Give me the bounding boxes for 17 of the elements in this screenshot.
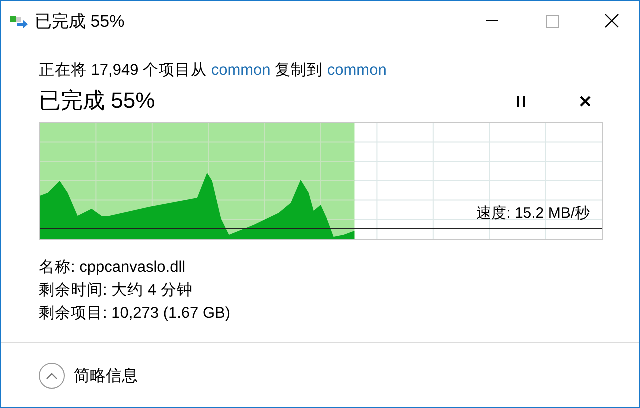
minimize-icon: [486, 20, 498, 22]
progress-heading: 已完成 55%: [39, 87, 156, 115]
window-title: 已完成 55%: [35, 10, 126, 32]
folder-link[interactable]: common: [211, 62, 271, 79]
close-icon: [580, 96, 590, 106]
copy-icon: [9, 13, 29, 29]
detail-line: 名称: cppcanvaslo.dll: [39, 258, 187, 278]
close-icon: [605, 14, 619, 28]
maximize-icon: [546, 14, 558, 28]
detail-line: 剩余项目: 10,273 (1.67 GB): [39, 304, 232, 324]
speed-label: 速度: 15.2 MB/秒: [476, 204, 590, 223]
detail-line: 剩余时间: 大约 4 分钟: [39, 281, 194, 301]
details-toggle-label[interactable]: 简略信息: [74, 366, 138, 386]
folder-link[interactable]: common: [327, 62, 387, 79]
copy-summary: 正在将 17,949 个项目从 common 复制到 common: [39, 61, 388, 81]
collapse-button[interactable]: [39, 363, 65, 389]
pause-icon: [517, 96, 525, 106]
